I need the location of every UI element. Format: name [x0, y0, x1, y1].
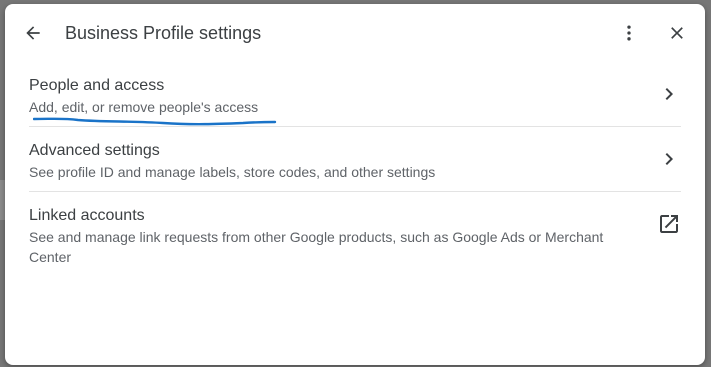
- more-options-button[interactable]: [613, 17, 645, 49]
- settings-item-people-and-access[interactable]: People and access Add, edit, or remove p…: [29, 62, 681, 127]
- settings-dialog: Business Profile settings People and acc…: [5, 4, 705, 365]
- item-title: Linked accounts: [29, 207, 145, 224]
- open-in-new-icon: [657, 212, 681, 236]
- item-description: Add, edit, or remove people's access: [29, 99, 259, 115]
- close-button[interactable]: [661, 17, 693, 49]
- item-description: See profile ID and manage labels, store …: [29, 164, 436, 180]
- close-icon: [671, 27, 683, 39]
- item-description: See and manage link requests from other …: [29, 229, 604, 265]
- settings-list: People and access Add, edit, or remove p…: [29, 62, 681, 272]
- item-title: People and access: [29, 77, 165, 94]
- arrow-back-icon: [26, 26, 40, 40]
- settings-item-linked-accounts[interactable]: Linked accounts See and manage link requ…: [29, 192, 681, 272]
- back-button[interactable]: [17, 17, 49, 49]
- item-title: Advanced settings: [29, 142, 160, 159]
- dialog-title: Business Profile settings: [65, 23, 262, 43]
- chevron-right-icon: [657, 82, 681, 106]
- dialog-header: Business Profile settings: [5, 4, 705, 62]
- chevron-right-icon: [657, 147, 681, 171]
- settings-item-advanced-settings[interactable]: Advanced settings See profile ID and man…: [29, 127, 681, 192]
- more-vert-icon: [627, 25, 631, 41]
